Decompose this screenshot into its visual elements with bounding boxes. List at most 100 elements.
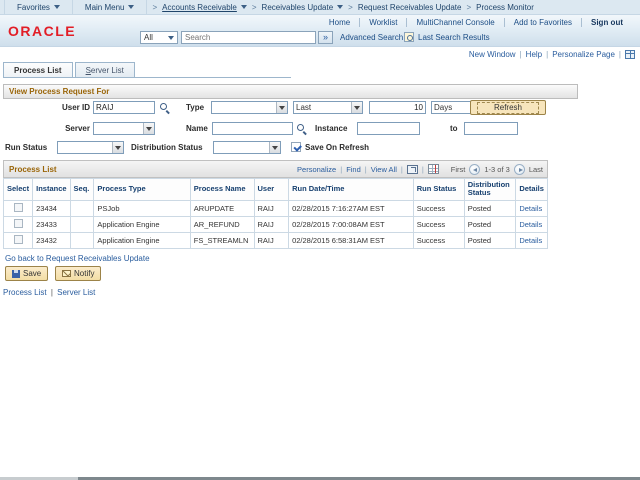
footer-tab-links: Process List | Server List (3, 288, 95, 297)
distribution-status-select[interactable] (213, 141, 281, 154)
advanced-search-link[interactable]: Advanced Search (340, 33, 403, 42)
add-to-favorites-link[interactable]: Add to Favorites (503, 18, 581, 27)
home-link[interactable]: Home (320, 18, 359, 27)
row-select-checkbox[interactable] (13, 202, 23, 212)
breadcrumb-accounts-receivable[interactable]: Accounts Receivable (162, 3, 247, 12)
instance-to-input[interactable] (464, 122, 518, 135)
cell-run-datetime: 02/28/2015 7:16:27AM EST (288, 199, 414, 217)
download-to-excel-icon[interactable] (427, 164, 439, 174)
col-user: User (253, 178, 290, 201)
dropdown-button (269, 142, 280, 153)
header-band: ORACLE Home Worklist MultiChannel Consol… (0, 15, 640, 47)
grid-title: Process List (9, 164, 57, 174)
cell-seq (69, 231, 95, 249)
details-link[interactable]: Details (519, 236, 542, 245)
server-list-footer-link[interactable]: Server List (57, 288, 95, 297)
user-id-lookup-icon[interactable] (160, 103, 170, 113)
breadcrumb-separator: > (251, 2, 257, 12)
sign-out-link[interactable]: Sign out (581, 18, 632, 27)
last-select[interactable]: Last (293, 101, 363, 114)
tab-process-list[interactable]: Process List (3, 62, 73, 77)
save-on-refresh-checkbox[interactable] (291, 142, 301, 152)
process-list-table: Select Instance Seq. Process Type Proces… (2, 178, 548, 249)
favorites-label: Favorites (17, 2, 50, 12)
find-link[interactable]: Find (346, 165, 361, 174)
personalize-layout-icon[interactable] (625, 50, 635, 59)
cell-run-status: Success (412, 231, 465, 249)
separator: | (618, 50, 621, 59)
breadcrumb-request-receivables-update[interactable]: Request Receivables Update (358, 3, 462, 12)
notify-button[interactable]: Notify (55, 266, 102, 281)
chevron-down-icon (240, 5, 247, 9)
type-select[interactable] (211, 101, 288, 114)
chevron-down-icon (53, 5, 60, 9)
cell-distribution-status: Posted (463, 199, 517, 217)
cell-distribution-status: Posted (463, 215, 517, 233)
save-button[interactable]: Save (5, 266, 49, 281)
server-select[interactable] (93, 122, 155, 135)
personalize-page-link[interactable]: Personalize Page (552, 50, 615, 59)
favorites-menu[interactable]: Favorites (4, 0, 73, 15)
row-select-checkbox[interactable] (13, 234, 23, 244)
breadcrumb-process-monitor: Process Monitor (476, 2, 534, 12)
instance-from-input[interactable] (357, 122, 420, 135)
distribution-status-label: Distribution Status (131, 143, 203, 152)
chevron-down-icon (272, 145, 278, 150)
cell-run-datetime: 02/28/2015 7:00:08AM EST (288, 215, 414, 233)
process-name-link[interactable]: ARUPDATE (189, 199, 255, 217)
user-id-input[interactable] (93, 101, 155, 114)
search-input[interactable] (181, 31, 316, 44)
help-link[interactable]: Help (526, 50, 542, 59)
separator: | (546, 50, 549, 59)
process-name-input[interactable] (212, 122, 293, 135)
col-process-name: Process Name (189, 178, 255, 201)
run-status-select[interactable] (57, 141, 124, 154)
breadcrumb: Favorites Main Menu > Accounts Receivabl… (0, 0, 640, 15)
view-all-link[interactable]: View All (371, 165, 397, 174)
pager-last-label: Last (528, 164, 543, 174)
go-back-link[interactable]: Go back to Request Receivables Update (5, 254, 150, 263)
tab-label: Server List (85, 65, 124, 75)
row-select-checkbox[interactable] (13, 218, 23, 228)
process-list-footer-link[interactable]: Process List (3, 288, 47, 297)
instance-label: Instance (315, 124, 348, 133)
search-go-button[interactable]: » (318, 31, 333, 44)
personalize-link[interactable]: Personalize (297, 165, 336, 174)
pager-next-icon[interactable] (513, 163, 525, 175)
envelope-icon (62, 270, 71, 277)
multichannel-console-link[interactable]: MultiChannel Console (406, 18, 503, 27)
dropdown-button (351, 102, 362, 113)
grid-toolbar: Personalize | Find | View All | | First … (297, 163, 543, 175)
crumb-label: Accounts Receivable (162, 2, 237, 12)
col-details: Details (515, 178, 548, 201)
separator: | (340, 164, 343, 174)
refresh-button[interactable]: Refresh (470, 100, 546, 115)
last-select-value: Last (296, 103, 312, 112)
col-instance: Instance (32, 178, 71, 201)
chevron-down-icon (279, 105, 285, 110)
details-link[interactable]: Details (519, 204, 542, 213)
save-on-refresh-label: Save On Refresh (305, 143, 370, 152)
col-run-datetime: Run Date/Time (288, 178, 414, 201)
tab-server-list[interactable]: Server List (74, 62, 135, 77)
process-monitor-page: Favorites Main Menu > Accounts Receivabl… (0, 0, 640, 480)
details-link[interactable]: Details (519, 220, 542, 229)
worklist-link[interactable]: Worklist (359, 18, 406, 27)
zoom-grid-icon[interactable] (406, 164, 418, 174)
main-menu[interactable]: Main Menu (73, 0, 148, 15)
pager-range: 1-3 of 3 (484, 164, 510, 174)
days-count-input[interactable] (369, 101, 426, 114)
pager-previous-icon[interactable] (469, 163, 481, 175)
chevron-down-icon (354, 105, 360, 110)
new-window-link[interactable]: New Window (469, 50, 516, 59)
save-icon (12, 269, 20, 278)
search-scope-select[interactable]: All (140, 31, 178, 44)
pager-first-label: First (450, 164, 466, 174)
cell-distribution-status: Posted (463, 231, 517, 249)
chevron-down-icon (168, 35, 174, 40)
separator: | (519, 50, 522, 59)
user-id-label: User ID (61, 103, 90, 112)
name-lookup-icon[interactable] (297, 124, 307, 134)
breadcrumb-receivables-update[interactable]: Receivables Update (262, 3, 344, 12)
last-search-results-link[interactable]: Last Search Results (418, 33, 490, 42)
